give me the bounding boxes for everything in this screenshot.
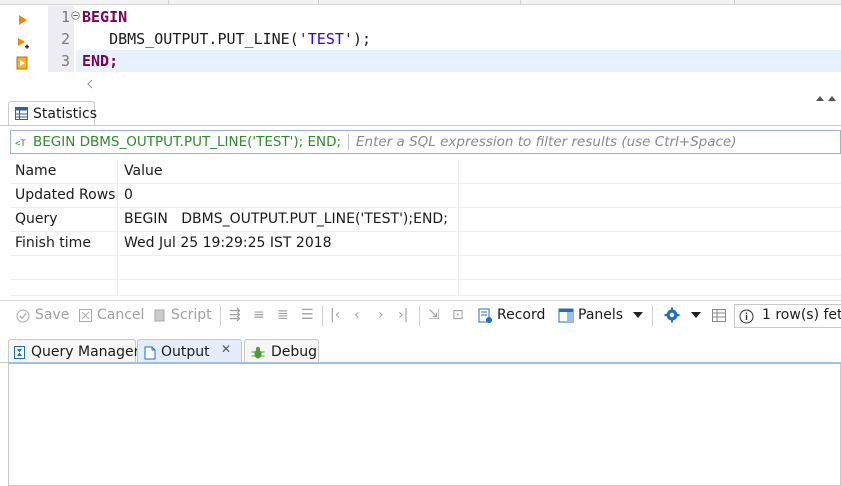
cell-name[interactable]: Query bbox=[15, 211, 58, 227]
results-toolbar: Save Cancel Script ⇶ ≡ ≣ ☰ |‹ ‹ › ›| ⇲ ⊡… bbox=[0, 300, 841, 330]
code-line-1[interactable]: BEGIN bbox=[82, 8, 127, 26]
document-icon bbox=[144, 346, 156, 360]
line-number: 2 bbox=[60, 30, 70, 48]
tab-output-label: Output bbox=[161, 344, 210, 360]
script-icon bbox=[154, 309, 165, 322]
table-row[interactable]: Query BEGIN DBMS_OUTPUT.PUT_LINE('TEST')… bbox=[10, 208, 841, 232]
tab-output[interactable]: Output ✕ bbox=[137, 339, 242, 364]
first-page-icon[interactable]: |‹ bbox=[330, 307, 340, 323]
fold-collapse-icon[interactable] bbox=[71, 11, 80, 20]
execute-statement-icon[interactable] bbox=[16, 13, 30, 27]
cell-value[interactable]: BEGIN DBMS_OUTPUT.PUT_LINE('TEST');END; bbox=[124, 211, 448, 227]
tab-statistics[interactable]: Statistics bbox=[8, 101, 97, 126]
cell-name[interactable]: Finish time bbox=[15, 235, 91, 251]
line-number: 1 bbox=[60, 8, 70, 26]
results-grid[interactable]: Name Value Updated Rows 0 Query BEGIN DB… bbox=[10, 160, 841, 296]
filter-input[interactable]: Enter a SQL expression to filter results… bbox=[348, 134, 737, 150]
column-header-value[interactable]: Value bbox=[124, 163, 162, 179]
table-icon bbox=[15, 107, 28, 120]
tab-separator bbox=[0, 125, 841, 126]
table-row[interactable]: Finish time Wed Jul 25 19:29:25 IST 2018 bbox=[10, 232, 841, 256]
delete-row-icon[interactable]: ☰ bbox=[301, 307, 314, 323]
filter-bar[interactable]: <T BEGIN DBMS_OUTPUT.PUT_LINE('TEST'); E… bbox=[10, 130, 841, 154]
code-string: 'TEST' bbox=[298, 30, 353, 48]
tab-query-manager-label: Query Manager bbox=[31, 344, 140, 360]
table-row[interactable]: Updated Rows 0 bbox=[10, 184, 841, 208]
settings-dropdown-icon[interactable] bbox=[691, 312, 701, 319]
column-header-name[interactable]: Name bbox=[15, 163, 56, 179]
grid-header-row: Name Value bbox=[10, 160, 841, 184]
gear-icon[interactable] bbox=[664, 307, 680, 323]
edit-row-icon[interactable]: ⇶ bbox=[229, 307, 241, 323]
info-icon bbox=[739, 309, 754, 324]
code-call: DBMS_OUTPUT.PUT_LINE( bbox=[109, 30, 299, 48]
bottom-tab-strip: Query Manager Output ✕ Debug bbox=[0, 337, 841, 364]
last-page-icon[interactable]: ›| bbox=[398, 307, 408, 323]
cell-value[interactable]: 0 bbox=[124, 187, 133, 203]
cell-name[interactable]: Updated Rows bbox=[15, 187, 115, 203]
editor-gutter bbox=[0, 6, 40, 76]
status-box: 1 row(s) fetc bbox=[734, 304, 841, 328]
empty-row bbox=[10, 256, 841, 280]
panels-icon bbox=[558, 308, 574, 323]
execute-script-icon[interactable] bbox=[16, 36, 30, 50]
current-line-highlight bbox=[76, 50, 841, 72]
grid-view-icon[interactable] bbox=[712, 309, 726, 322]
sql-editor[interactable]: 1 2 3 BEGIN DBMS_OUTPUT.PUT_LINE('TEST')… bbox=[0, 0, 841, 101]
hourglass-icon bbox=[14, 346, 25, 359]
code-line-3[interactable]: END; bbox=[82, 52, 118, 70]
save-button[interactable]: Save bbox=[35, 307, 69, 323]
previous-page-icon[interactable]: ‹ bbox=[354, 307, 360, 323]
panels-dropdown-icon[interactable] bbox=[633, 312, 643, 319]
empty-row bbox=[10, 280, 841, 296]
copy-row-icon[interactable]: ≣ bbox=[277, 307, 289, 323]
cell-value[interactable]: Wed Jul 25 19:29:25 IST 2018 bbox=[124, 235, 332, 251]
add-row-icon[interactable]: ≡ bbox=[253, 307, 265, 323]
cancel-icon bbox=[79, 309, 92, 322]
minimize-maximize-icon[interactable] bbox=[815, 94, 839, 102]
line-number: 3 bbox=[60, 52, 70, 70]
filter-history-icon[interactable]: <T bbox=[15, 136, 29, 149]
filter-query-text: BEGIN DBMS_OUTPUT.PUT_LINE('TEST'); END; bbox=[33, 134, 342, 150]
svg-text:<T: <T bbox=[15, 139, 26, 149]
output-console[interactable] bbox=[8, 362, 841, 486]
tab-debug-label: Debug bbox=[271, 344, 318, 360]
status-text: 1 row(s) fetc bbox=[762, 307, 841, 323]
record-icon bbox=[478, 308, 492, 323]
fetch-next-icon[interactable]: ⇲ bbox=[428, 307, 440, 323]
next-page-icon[interactable]: › bbox=[378, 307, 384, 323]
script-button[interactable]: Script bbox=[171, 307, 212, 323]
explain-plan-icon[interactable] bbox=[16, 56, 30, 70]
bug-icon bbox=[251, 347, 265, 359]
code-tail: ); bbox=[352, 30, 371, 48]
cancel-button[interactable]: Cancel bbox=[97, 307, 144, 323]
scroll-left-icon[interactable] bbox=[86, 79, 94, 89]
tab-query-manager[interactable]: Query Manager bbox=[8, 339, 140, 364]
save-icon bbox=[16, 309, 30, 323]
editor-tab-strip bbox=[0, 0, 841, 5]
fetch-all-icon[interactable]: ⊡ bbox=[452, 307, 464, 323]
tab-statistics-label: Statistics bbox=[33, 106, 97, 122]
code-line-2[interactable]: DBMS_OUTPUT.PUT_LINE('TEST'); bbox=[82, 30, 371, 48]
close-icon[interactable]: ✕ bbox=[221, 342, 231, 356]
tab-debug[interactable]: Debug bbox=[244, 339, 319, 364]
panels-button[interactable]: Panels bbox=[578, 307, 623, 323]
record-button[interactable]: Record bbox=[497, 307, 545, 323]
